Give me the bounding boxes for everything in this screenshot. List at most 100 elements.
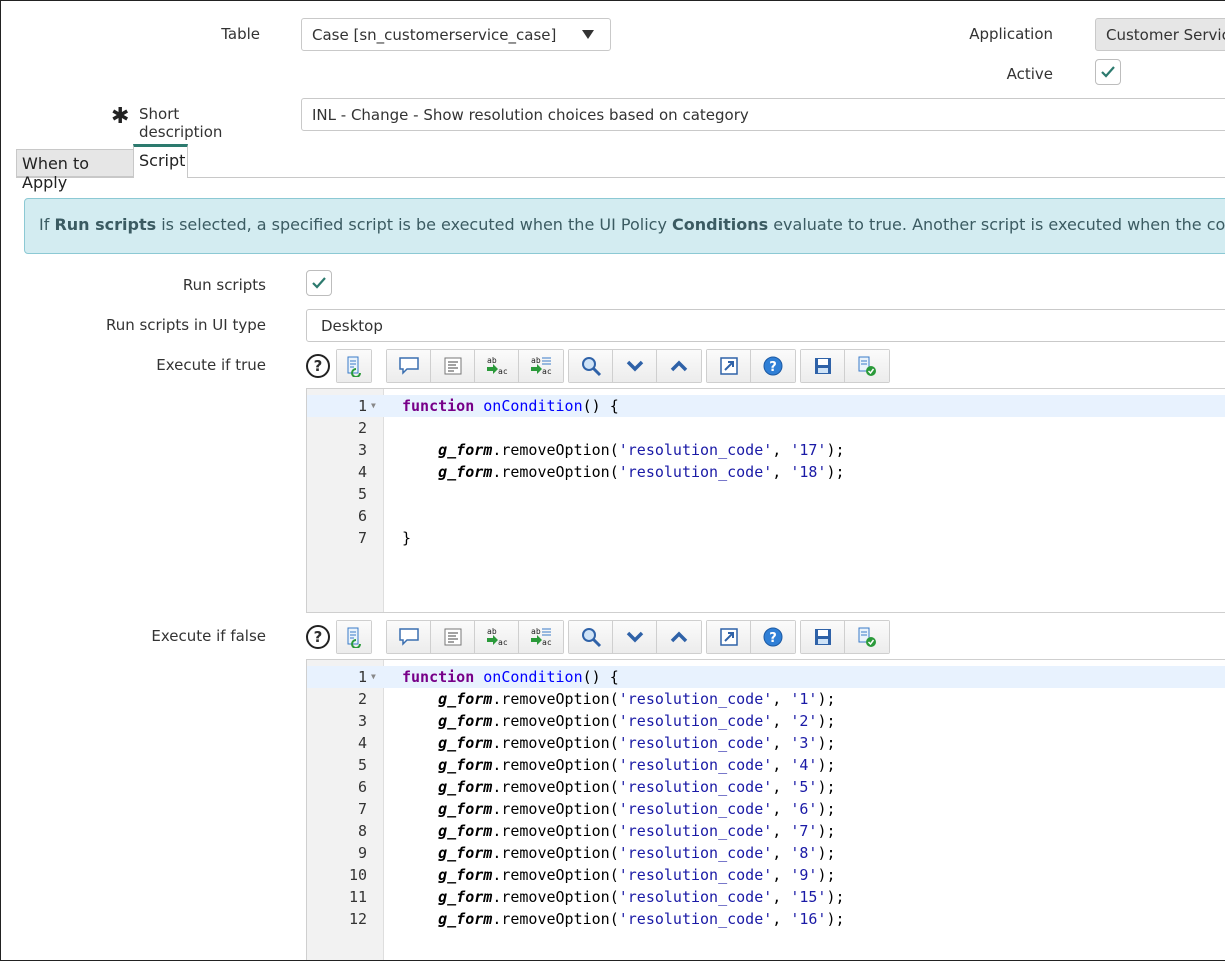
- save-icon[interactable]: [801, 621, 845, 653]
- code-text: function onCondition() {: [402, 668, 619, 686]
- line-number: 4: [357, 463, 367, 481]
- script-debugger-icon[interactable]: [845, 621, 889, 653]
- active-label: Active: [1006, 65, 1053, 83]
- code-editor-false[interactable]: 1 ▼ function onCondition() {2 g_form.remov…: [306, 659, 1225, 960]
- code-line[interactable]: 4 g_form.removeOption('resolution_code',…: [307, 732, 1225, 754]
- application-field: Customer Service: [1095, 18, 1225, 51]
- save-icon[interactable]: [801, 350, 845, 382]
- line-number: 4: [357, 734, 367, 752]
- find-next-icon[interactable]: [613, 350, 657, 382]
- find-previous-icon[interactable]: [657, 350, 701, 382]
- code-editor-true[interactable]: 1 ▼ function onCondition() {2 3 g_form.remo…: [306, 388, 1225, 613]
- replace-all-icon[interactable]: ab ac: [519, 350, 563, 382]
- help-icon[interactable]: ?: [306, 625, 330, 649]
- checkmark-icon: [312, 277, 326, 289]
- code-line[interactable]: 3 g_form.removeOption('resolution_code',…: [307, 710, 1225, 732]
- code-text: g_form.removeOption('resolution_code', '…: [438, 866, 836, 884]
- code-line[interactable]: 9 g_form.removeOption('resolution_code',…: [307, 842, 1225, 864]
- format-code-icon[interactable]: [431, 350, 475, 382]
- line-number: 7: [357, 800, 367, 818]
- fullscreen-icon[interactable]: [707, 350, 751, 382]
- svg-text:ac: ac: [498, 367, 508, 376]
- short-description-input[interactable]: INL - Change - Show resolution choices b…: [301, 98, 1225, 131]
- run-scripts-checkbox[interactable]: [306, 270, 332, 296]
- table-select[interactable]: Case [sn_customerservice_case]: [301, 18, 611, 51]
- line-number: 7: [357, 529, 367, 547]
- toolbar-group: ?: [706, 620, 796, 654]
- script-debugger-icon[interactable]: [845, 350, 889, 382]
- code-line[interactable]: 1 ▼ function onCondition() {: [307, 395, 1225, 417]
- search-icon[interactable]: [569, 621, 613, 653]
- ui-policy-form: Table Case [sn_customerservice_case] App…: [0, 0, 1225, 961]
- active-checkbox[interactable]: [1095, 59, 1121, 85]
- code-line[interactable]: 12 g_form.removeOption('resolution_code'…: [307, 908, 1225, 930]
- ui-type-value: Desktop: [321, 316, 383, 335]
- replace-icon[interactable]: ab ac: [475, 350, 519, 382]
- code-text: g_form.removeOption('resolution_code', '…: [438, 888, 845, 906]
- code-line[interactable]: 8 g_form.removeOption('resolution_code',…: [307, 820, 1225, 842]
- code-line[interactable]: 11 g_form.removeOption('resolution_code'…: [307, 886, 1225, 908]
- code-line[interactable]: 6: [307, 505, 1225, 527]
- code-line[interactable]: 7}: [307, 527, 1225, 549]
- context-help-icon[interactable]: ?: [751, 350, 795, 382]
- find-next-icon[interactable]: [613, 621, 657, 653]
- line-number: 3: [357, 712, 367, 730]
- code-line[interactable]: 3 g_form.removeOption('resolution_code',…: [307, 439, 1225, 461]
- toolbar-group: [800, 349, 890, 383]
- line-number: 5: [357, 485, 367, 503]
- editor-toolbar-false: ? ab ac ab ac?: [306, 620, 894, 654]
- search-icon[interactable]: [569, 350, 613, 382]
- code-text: g_form.removeOption('resolution_code', '…: [438, 734, 836, 752]
- code-line[interactable]: 7 g_form.removeOption('resolution_code',…: [307, 798, 1225, 820]
- format-code-icon[interactable]: [431, 621, 475, 653]
- code-text: g_form.removeOption('resolution_code', '…: [438, 441, 845, 459]
- replace-all-icon[interactable]: ab ac: [519, 621, 563, 653]
- execute-if-false-label: Execute if false: [151, 627, 266, 645]
- line-number: 6: [357, 507, 367, 525]
- context-help-icon[interactable]: ?: [751, 621, 795, 653]
- line-number: 11: [348, 888, 367, 906]
- code-line[interactable]: 1 ▼ function onCondition() {: [307, 666, 1225, 688]
- line-number: 2: [357, 690, 367, 708]
- code-line[interactable]: 5 g_form.removeOption('resolution_code',…: [307, 754, 1225, 776]
- toolbar-group: ab ac ab ac: [386, 620, 564, 654]
- code-text: g_form.removeOption('resolution_code', '…: [438, 756, 836, 774]
- toolbar-group: [336, 349, 372, 383]
- script-include-icon[interactable]: [337, 621, 371, 653]
- code-line[interactable]: 4 g_form.removeOption('resolution_code',…: [307, 461, 1225, 483]
- svg-text:ac: ac: [498, 638, 508, 647]
- application-label: Application: [969, 25, 1053, 43]
- execute-if-true-label: Execute if true: [156, 356, 266, 374]
- toolbar-group: [800, 620, 890, 654]
- tab-label: When to Apply: [22, 154, 90, 192]
- line-number: 8: [357, 822, 367, 840]
- code-line[interactable]: 6 g_form.removeOption('resolution_code',…: [307, 776, 1225, 798]
- comment-icon[interactable]: [387, 350, 431, 382]
- ui-type-select[interactable]: Desktop: [306, 309, 1225, 342]
- svg-text:ac: ac: [542, 638, 552, 647]
- code-line[interactable]: 2: [307, 417, 1225, 439]
- script-include-icon[interactable]: [337, 350, 371, 382]
- fold-arrow-icon[interactable]: ▼: [371, 395, 376, 417]
- code-text: g_form.removeOption('resolution_code', '…: [438, 910, 845, 928]
- fullscreen-icon[interactable]: [707, 621, 751, 653]
- find-previous-icon[interactable]: [657, 621, 701, 653]
- code-line[interactable]: 5: [307, 483, 1225, 505]
- code-text: g_form.removeOption('resolution_code', '…: [438, 822, 836, 840]
- tab-when-to-apply[interactable]: When to Apply: [16, 149, 134, 192]
- toolbar-group: ?: [706, 349, 796, 383]
- short-description-label: Short description: [139, 105, 223, 141]
- run-scripts-label: Run scripts: [182, 276, 266, 294]
- fold-arrow-icon[interactable]: ▼: [371, 666, 376, 688]
- svg-text:ab: ab: [531, 627, 541, 636]
- code-text: g_form.removeOption('resolution_code', '…: [438, 778, 836, 796]
- code-line[interactable]: 2 g_form.removeOption('resolution_code',…: [307, 688, 1225, 710]
- tab-script[interactable]: Script: [133, 144, 188, 178]
- code-text: g_form.removeOption('resolution_code', '…: [438, 712, 836, 730]
- replace-icon[interactable]: ab ac: [475, 621, 519, 653]
- comment-icon[interactable]: [387, 621, 431, 653]
- code-line[interactable]: 10 g_form.removeOption('resolution_code'…: [307, 864, 1225, 886]
- svg-text:?: ?: [769, 631, 777, 646]
- help-icon[interactable]: ?: [306, 354, 330, 378]
- tab-label: Script: [139, 151, 186, 170]
